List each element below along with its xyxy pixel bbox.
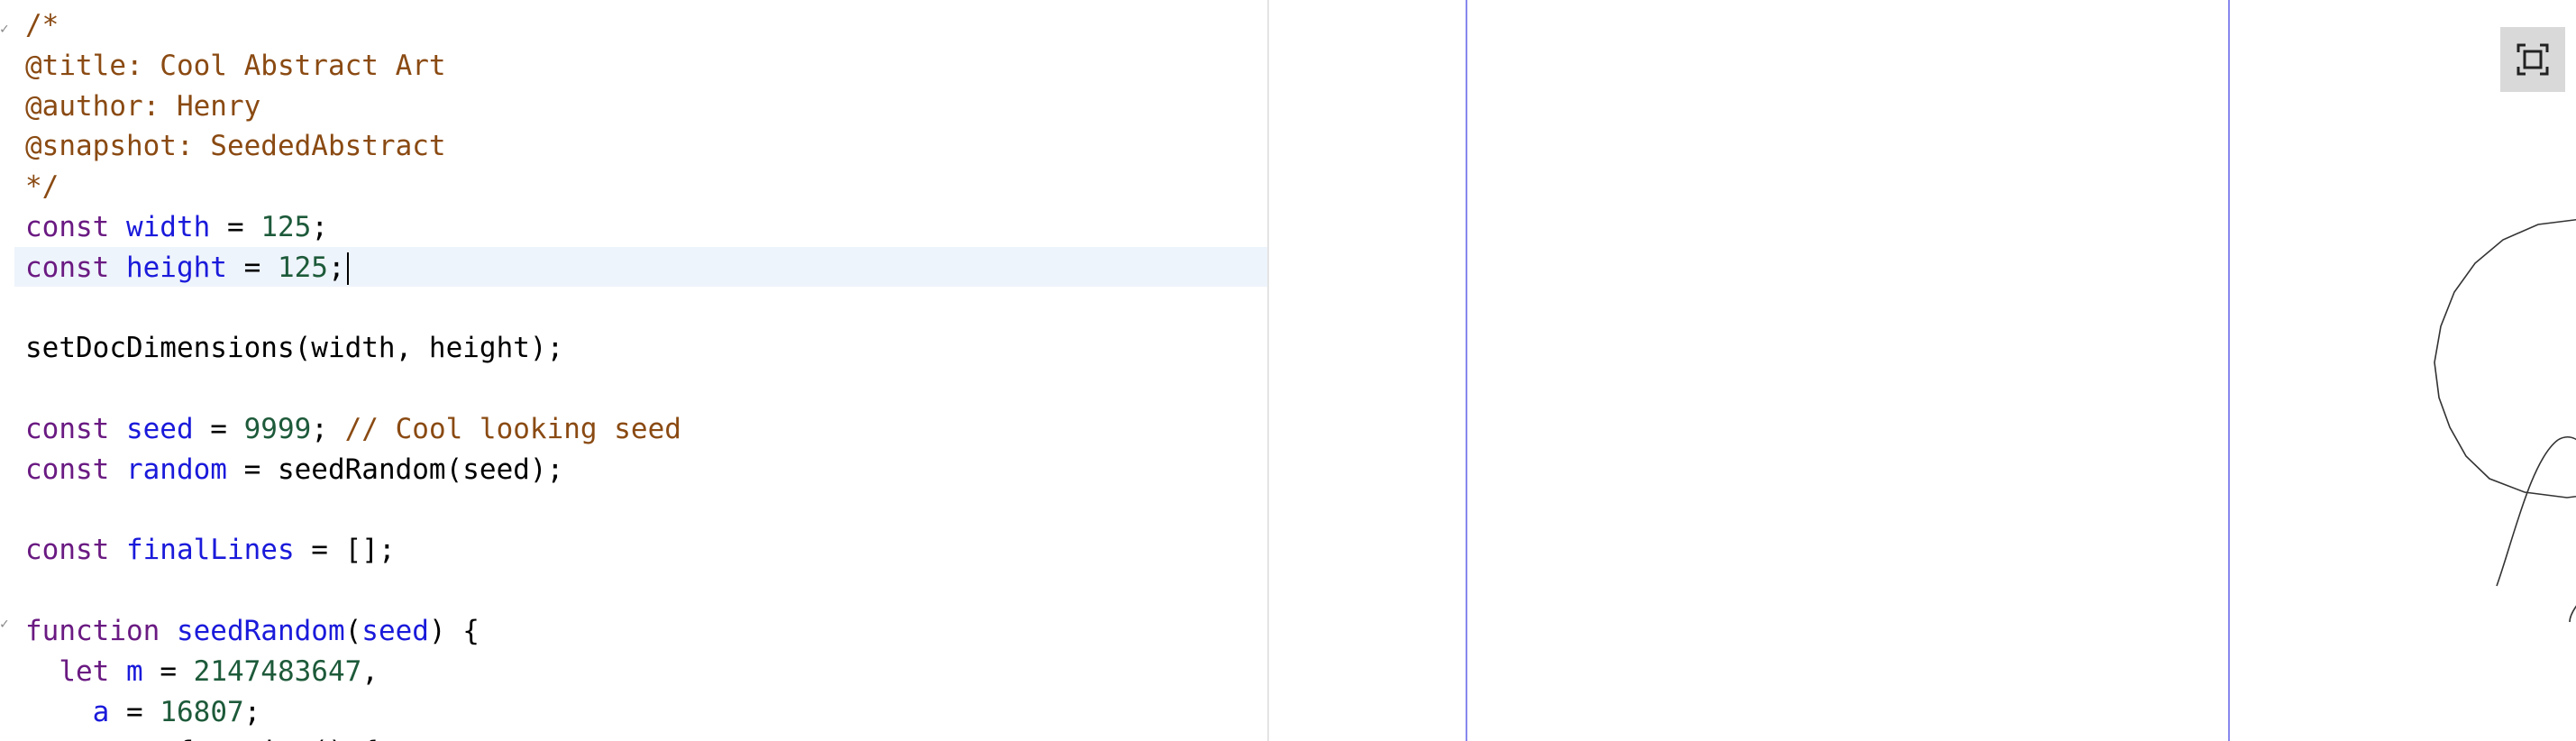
code-token: = seedRandom(seed);	[226, 453, 564, 486]
code-token: =	[193, 413, 244, 445]
fold-marker-icon[interactable]: ✓	[0, 20, 9, 37]
code-token: 9999	[243, 413, 312, 445]
code-token: finalLines	[125, 534, 295, 567]
code-line[interactable]: /*	[25, 5, 59, 45]
code-line[interactable]: @author: Henry	[25, 87, 260, 126]
text-cursor	[346, 252, 349, 286]
code-token: (	[344, 615, 362, 647]
code-token: ,	[361, 654, 379, 688]
code-token: =	[226, 251, 278, 284]
code-token: 2147483647	[193, 654, 362, 688]
code-line[interactable]: const width = 125;	[25, 207, 328, 247]
code-line[interactable]: const height = 125;	[25, 248, 349, 288]
code-token: ;	[311, 413, 345, 445]
code-token: @snapshot: SeededAbstract	[25, 130, 446, 163]
code-token: =	[109, 695, 160, 728]
code-line[interactable]: @title: Cool Abstract Art	[25, 46, 446, 86]
code-line[interactable]: const finalLines = [];	[25, 530, 396, 570]
code-token: height	[125, 251, 227, 284]
code-editor[interactable]: ✓ ✓ /* @title: Cool Abstract Art @author: …	[0, 0, 1267, 741]
arch-curve	[2496, 436, 2576, 587]
code-token: ) {	[428, 615, 480, 647]
fullscreen-button[interactable]	[2500, 27, 2565, 92]
code-token: function	[25, 615, 177, 647]
code-line[interactable]: a = 16807;	[25, 692, 261, 732]
code-token: @author: Henry	[25, 89, 261, 123]
code-line[interactable]: let m = 2147483647,	[25, 652, 379, 691]
code-token: // Cool looking seed	[344, 413, 681, 445]
code-token: ;	[311, 211, 328, 243]
fold-marker-icon[interactable]: ✓	[0, 615, 9, 632]
code-token: =	[142, 654, 194, 688]
code-token: */	[25, 170, 59, 204]
code-token: ;	[243, 695, 261, 728]
code-token: 125	[260, 211, 312, 243]
code-token: width	[125, 211, 211, 243]
code-token: /*	[25, 9, 59, 41]
code-line[interactable]: function seedRandom(seed) {	[25, 611, 480, 651]
code-token: return function() {	[25, 736, 379, 741]
drawing-canvas	[2434, 218, 2576, 623]
code-token: const	[25, 211, 126, 243]
code-token: const	[25, 251, 126, 284]
editor-gutter: ✓ ✓	[0, 0, 14, 741]
code-token: const	[25, 413, 126, 445]
code-token: m	[125, 654, 143, 688]
code-token: a	[92, 695, 110, 728]
code-token: seed	[125, 413, 194, 445]
code-token: random	[125, 453, 227, 486]
code-line[interactable]: @snapshot: SeededAbstract	[25, 126, 446, 166]
preview-pane	[1269, 0, 2576, 741]
code-line[interactable]: setDocDimensions(width, height);	[25, 328, 563, 368]
code-token: setDocDimensions(width, height);	[25, 332, 564, 365]
code-line[interactable]: return function() {	[25, 732, 379, 741]
s-curve	[2569, 605, 2576, 623]
code-token: @title: Cool Abstract Art	[25, 49, 446, 82]
code-token: = [];	[294, 534, 396, 567]
code-token: const	[25, 453, 126, 486]
code-token: 16807	[160, 695, 244, 728]
code-token: seed	[361, 615, 429, 647]
code-line[interactable]: const random = seedRandom(seed);	[25, 450, 563, 489]
code-token: seedRandom	[176, 615, 345, 647]
code-token: const	[25, 534, 126, 567]
code-token: =	[210, 211, 261, 243]
circle-shape	[2434, 218, 2576, 499]
code-line[interactable]: const seed = 9999; // Cool looking seed	[25, 409, 681, 449]
code-token: let	[25, 654, 126, 688]
code-line[interactable]: */	[25, 167, 59, 206]
fullscreen-icon	[2517, 43, 2549, 76]
code-token: ;	[327, 251, 345, 284]
code-token: 125	[277, 251, 328, 284]
